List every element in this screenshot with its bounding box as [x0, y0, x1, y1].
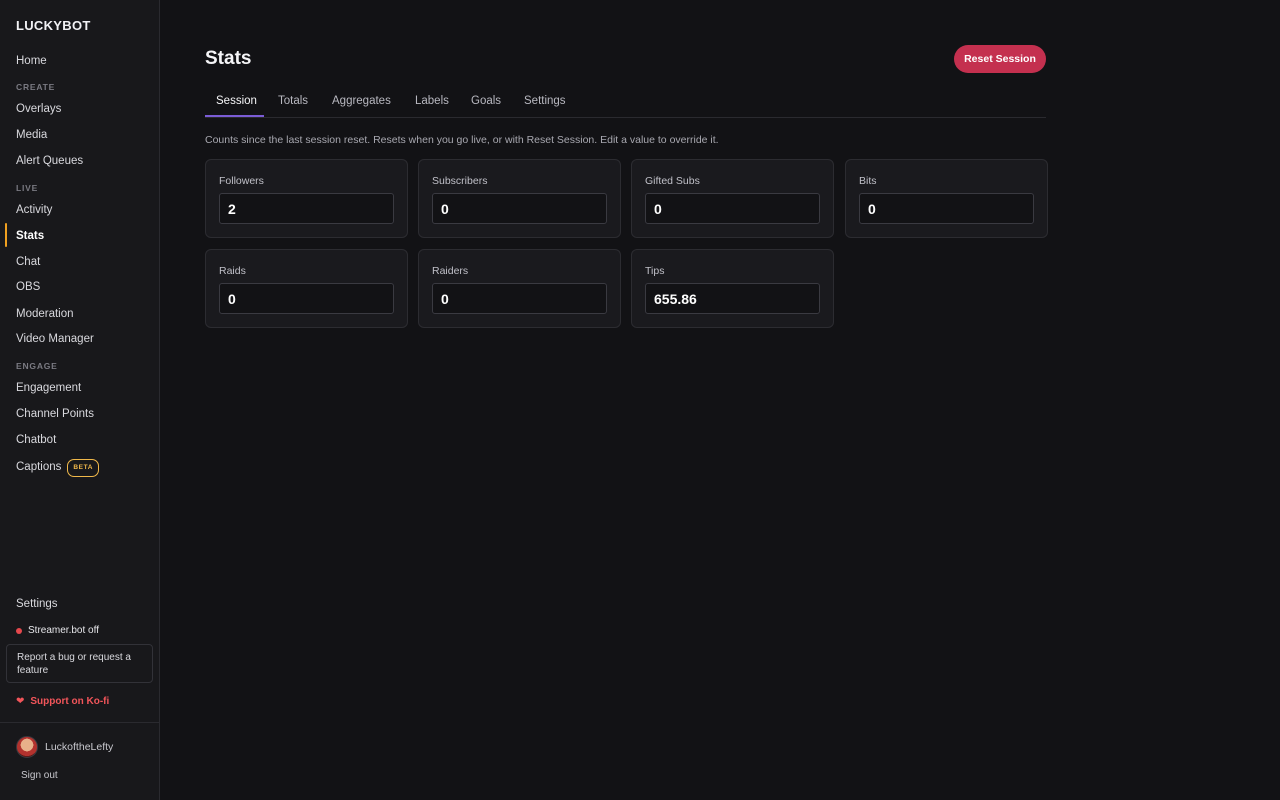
sidebar-section-create: CREATE	[16, 82, 56, 92]
avatar	[16, 736, 38, 758]
sidebar-item-engagement[interactable]: Engagement	[16, 381, 81, 395]
beta-badge: BETA	[67, 459, 100, 477]
raiders-input[interactable]	[432, 283, 607, 314]
sidebar-item-home[interactable]: Home	[16, 54, 47, 68]
streamerbot-status: Streamer.bot off	[16, 625, 99, 636]
user-profile[interactable]: LuckoftheLefty	[16, 736, 113, 758]
sidebar-item-channel-points[interactable]: Channel Points	[16, 407, 94, 421]
stat-label: Subscribers	[432, 175, 488, 187]
tab-labels[interactable]: Labels	[415, 90, 449, 117]
sidebar-item-stats[interactable]: Stats	[16, 229, 44, 243]
reset-session-button[interactable]: Reset Session	[954, 45, 1046, 73]
status-dot-icon	[16, 627, 22, 634]
sidebar-item-chatbot[interactable]: Chatbot	[16, 433, 56, 447]
gifted-subs-input[interactable]	[645, 193, 820, 224]
streamerbot-status-label: Streamer.bot off	[28, 625, 99, 636]
sidebar-item-settings[interactable]: Settings	[16, 597, 58, 611]
stat-card-subscribers: Subscribers	[418, 159, 621, 238]
report-bug-button[interactable]: Report a bug or request a feature	[6, 644, 153, 683]
subscribers-input[interactable]	[432, 193, 607, 224]
page-title: Stats	[205, 48, 252, 69]
raids-input[interactable]	[219, 283, 394, 314]
sidebar: LUCKYBOT Home CREATE Overlays Media Aler…	[0, 0, 160, 800]
stat-label: Bits	[859, 175, 877, 187]
tab-aggregates[interactable]: Aggregates	[332, 90, 391, 117]
tab-bar: Session Totals Aggregates Labels Goals S…	[205, 90, 1046, 118]
sidebar-item-obs[interactable]: OBS	[16, 280, 40, 294]
active-tab-underline	[205, 115, 264, 117]
stat-card-raids: Raids	[205, 249, 408, 328]
sidebar-item-video-manager[interactable]: Video Manager	[16, 332, 94, 346]
sidebar-section-live: LIVE	[16, 183, 39, 193]
tab-settings[interactable]: Settings	[524, 90, 566, 117]
kofi-support-label: Support on Ko-fi	[30, 696, 110, 707]
session-description: Counts since the last session reset. Res…	[205, 134, 719, 146]
sidebar-item-captions-label: Captions	[16, 461, 62, 473]
stat-label: Raiders	[432, 265, 469, 277]
tips-input[interactable]	[645, 283, 820, 314]
stat-card-followers: Followers	[205, 159, 408, 238]
heart-icon: ❤	[16, 696, 25, 707]
sidebar-item-chat[interactable]: Chat	[16, 255, 40, 269]
sidebar-item-media[interactable]: Media	[16, 128, 47, 142]
brand-logo[interactable]: LUCKYBOT	[16, 18, 91, 33]
stat-card-gifted-subs: Gifted Subs	[631, 159, 834, 238]
username: LuckoftheLefty	[45, 741, 114, 753]
sidebar-active-indicator	[5, 223, 7, 247]
tab-session[interactable]: Session	[216, 90, 257, 117]
tab-goals[interactable]: Goals	[471, 90, 501, 117]
stat-label: Gifted Subs	[645, 175, 700, 187]
stat-label: Followers	[219, 175, 264, 187]
sidebar-item-alert-queues[interactable]: Alert Queues	[16, 154, 83, 168]
stat-card-bits: Bits	[845, 159, 1048, 238]
sidebar-item-activity[interactable]: Activity	[16, 203, 52, 217]
sidebar-item-overlays[interactable]: Overlays	[16, 102, 61, 116]
stat-card-tips: Tips	[631, 249, 834, 328]
sidebar-section-engage: ENGAGE	[16, 361, 58, 371]
sign-out-link[interactable]: Sign out	[21, 770, 58, 781]
bits-input[interactable]	[859, 193, 1034, 224]
stat-label: Raids	[219, 265, 246, 277]
tab-totals[interactable]: Totals	[278, 90, 308, 117]
sidebar-item-moderation[interactable]: Moderation	[16, 307, 74, 321]
sidebar-item-captions[interactable]: Captions BETA	[16, 459, 100, 477]
stat-label: Tips	[645, 265, 665, 277]
kofi-support-link[interactable]: ❤ Support on Ko-fi	[16, 696, 109, 707]
followers-input[interactable]	[219, 193, 394, 224]
sidebar-divider	[0, 722, 159, 723]
stat-card-raiders: Raiders	[418, 249, 621, 328]
